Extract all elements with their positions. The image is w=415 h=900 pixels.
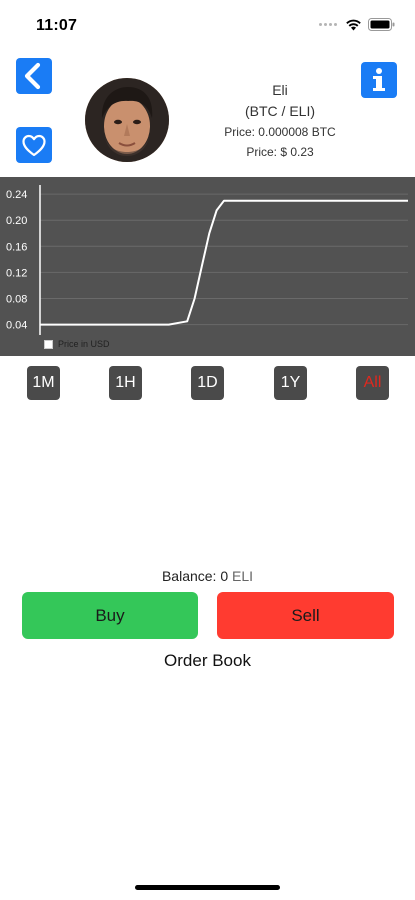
chevron-left-icon [16, 58, 52, 94]
balance: Balance: 0 ELI [0, 568, 415, 584]
coin-name: Eli [272, 82, 288, 98]
order-book-link[interactable]: Order Book [0, 651, 415, 671]
period-button-1h[interactable]: 1H [109, 366, 142, 400]
heart-outline-icon [16, 127, 52, 163]
y-tick-label: 0.12 [6, 267, 27, 279]
profile-photo [85, 78, 169, 162]
wifi-icon [345, 19, 362, 31]
sell-button[interactable]: Sell [217, 592, 394, 639]
period-button-1m[interactable]: 1M [27, 366, 60, 400]
home-indicator [135, 885, 280, 890]
price-btc: Price: 0.000008 BTC [224, 125, 336, 139]
price-in-usd-toggle[interactable]: Price in USD [44, 339, 110, 349]
y-tick-label: 0.16 [6, 241, 27, 253]
y-tick-label: 0.24 [6, 189, 27, 201]
period-button-1d[interactable]: 1D [191, 366, 224, 400]
price-series-line [40, 199, 408, 326]
price-chart-svg: 0.24 0.20 0.16 0.12 0.08 0.04 [6, 185, 408, 335]
price-usd: Price: $ 0.23 [246, 145, 314, 159]
y-tick-label: 0.20 [6, 215, 27, 227]
y-tick-label: 0.04 [6, 320, 27, 332]
coin-pair: (BTC / ELI) [244, 103, 315, 119]
back-button[interactable] [16, 58, 52, 94]
status-time: 11:07 [36, 17, 78, 34]
balance-unit: ELI [232, 568, 254, 584]
status-icons [319, 18, 395, 31]
info-icon [361, 62, 397, 98]
info-button[interactable] [361, 62, 397, 98]
period-button-all[interactable]: All [356, 366, 389, 400]
period-button-1y[interactable]: 1Y [274, 366, 307, 400]
buy-button[interactable]: Buy [22, 592, 198, 639]
signal-dots-icon [319, 23, 337, 26]
price-chart[interactable]: 0.24 0.20 0.16 0.12 0.08 0.04 [0, 177, 415, 356]
favorite-button[interactable] [16, 127, 52, 163]
period-selector: 1M 1H 1D 1Y All [0, 366, 415, 400]
price-in-usd-checkbox[interactable] [44, 339, 53, 349]
y-tick-label: 0.08 [6, 293, 27, 305]
coin-info: Eli (BTC / ELI) Price: 0.000008 BTC Pric… [205, 80, 355, 162]
price-in-usd-label: Price in USD [58, 339, 110, 349]
balance-amount: Balance: 0 [161, 568, 229, 584]
avatar [85, 78, 169, 162]
battery-icon [368, 18, 395, 31]
